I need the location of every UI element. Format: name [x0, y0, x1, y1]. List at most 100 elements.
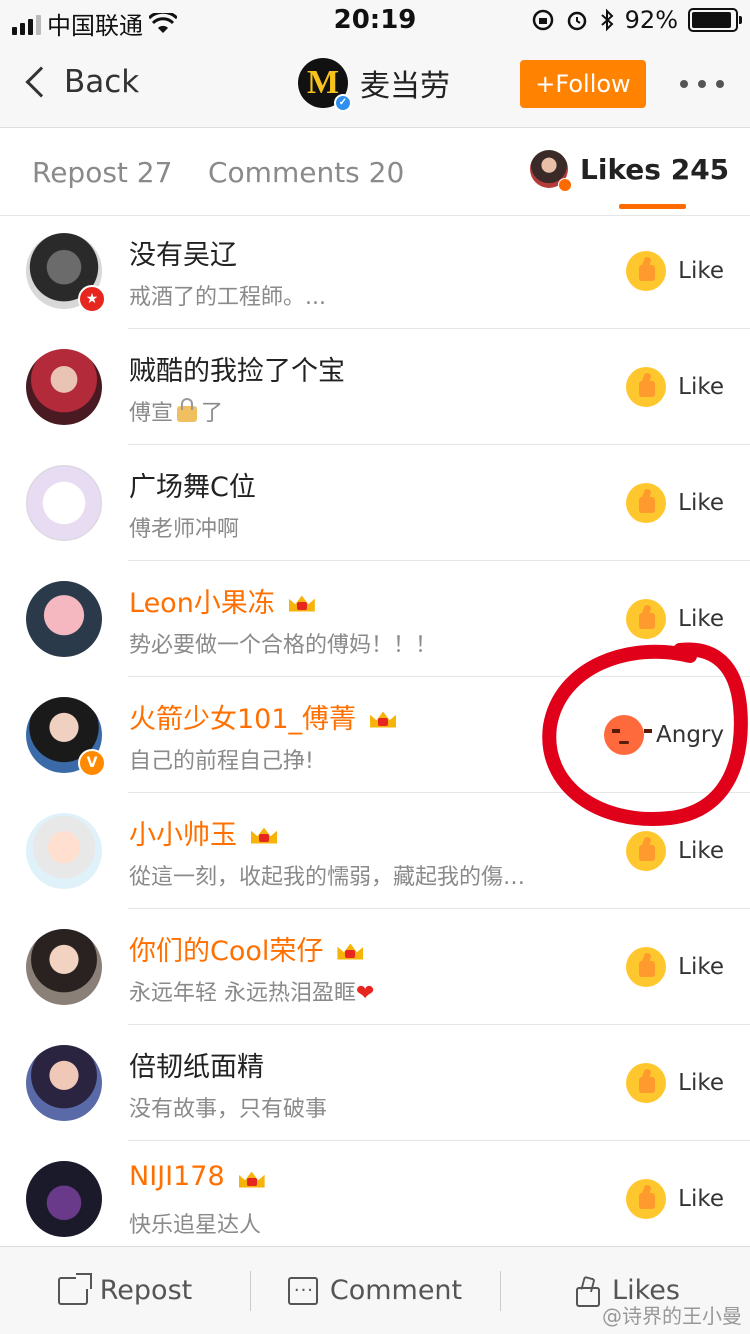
comment-label: Comment	[329, 1275, 463, 1306]
heart-icon: ❤	[356, 981, 375, 1006]
user-bio-text: 傅宣	[129, 401, 174, 426]
user-name[interactable]: 小小帅玉	[129, 813, 279, 852]
user-name[interactable]: Leon小果冻	[129, 581, 317, 620]
avatar[interactable]	[26, 813, 102, 889]
avatar[interactable]	[26, 465, 102, 541]
reaction-label: Like	[678, 1186, 724, 1212]
verified-badge-icon	[558, 178, 572, 192]
tab-comments[interactable]: Comments 20	[208, 156, 404, 189]
list-item[interactable]: 你们的Cool荣仔 永远年轻 永远热泪盈眶❤ Like	[0, 909, 750, 1025]
user-name[interactable]: NIJI178	[129, 1161, 267, 1192]
list-item[interactable]: ★ 没有吴辽 戒酒了的工程師。... Like	[0, 213, 750, 329]
tab-likes-label: Likes 245	[580, 152, 730, 186]
user-bio: 傅老师冲啊	[129, 517, 240, 542]
reaction-label: Like	[678, 258, 724, 284]
user-name[interactable]: 广场舞C位	[129, 465, 256, 504]
reaction: Angry	[604, 715, 724, 755]
user-name-text: 小小帅玉	[129, 820, 237, 851]
follow-button[interactable]: +Follow	[520, 60, 646, 108]
reaction: Like	[626, 831, 724, 871]
list-item[interactable]: 倍韧纸面精 没有故事，只有破事 Like	[0, 1025, 750, 1141]
user-bio: 永远年轻 永远热泪盈眶❤	[129, 975, 374, 1007]
user-name[interactable]: 贼酷的我捡了个宝	[129, 349, 345, 388]
user-name-text: 广场舞C位	[129, 472, 256, 503]
reaction: Like	[626, 1179, 724, 1219]
thumbs-up-icon	[626, 599, 667, 639]
reaction-label: Like	[678, 490, 724, 516]
thumbs-up-icon	[626, 947, 667, 987]
reaction-label: Like	[678, 954, 724, 980]
crown-icon	[368, 704, 398, 730]
status-bar: 中国联通 20:19 92%	[0, 0, 750, 40]
user-name[interactable]: 你们的Cool荣仔	[129, 929, 365, 968]
reaction-label: Like	[678, 606, 724, 632]
verified-badge-icon: ✓	[334, 94, 352, 112]
back-label: Back	[64, 64, 140, 100]
angry-face-icon	[604, 715, 653, 755]
thumbs-up-icon	[626, 1063, 667, 1103]
back-button[interactable]: Back	[22, 64, 139, 100]
account-header[interactable]: M ✓ 麦当劳	[298, 58, 450, 112]
user-bio: 傅宣 了	[129, 395, 223, 427]
crown-icon	[335, 936, 365, 962]
reaction-label: Like	[678, 1070, 724, 1096]
liker-avatar	[530, 150, 572, 192]
user-bio: 自己的前程自己挣!	[129, 749, 314, 774]
avatar[interactable]	[26, 349, 102, 425]
battery-icon	[688, 8, 742, 32]
list-item[interactable]: 广场舞C位 傅老师冲啊 Like	[0, 445, 750, 561]
list-item[interactable]: V 火箭少女101_傅菁 自己的前程自己挣! Angry	[0, 677, 750, 793]
avatar[interactable]	[26, 581, 102, 657]
avatar[interactable]	[26, 1161, 102, 1237]
tab-bar: Repost 27 Comments 20 Likes 245	[0, 128, 750, 216]
user-bio: 快乐追星达人	[129, 1213, 262, 1238]
list-item[interactable]: Leon小果冻 势必要做一个合格的傅妈！！！ Like	[0, 561, 750, 677]
user-name-text: 火箭少女101_傅菁	[129, 704, 357, 735]
repost-button[interactable]: Repost	[0, 1247, 250, 1334]
reaction: Like	[626, 947, 724, 987]
list-item[interactable]: 贼酷的我捡了个宝 傅宣 了 Like	[0, 329, 750, 445]
avatar[interactable]: V	[26, 697, 106, 777]
thumbs-up-icon	[626, 1179, 667, 1219]
thumbs-up-icon	[626, 483, 667, 523]
reaction: Like	[626, 1063, 724, 1103]
list-item[interactable]: 小小帅玉 從這一刻，收起我的懦弱，藏起我的傷… Like	[0, 793, 750, 909]
comment-button[interactable]: Comment	[250, 1247, 500, 1334]
reaction: Like	[626, 367, 724, 407]
user-name[interactable]: 火箭少女101_傅菁	[129, 697, 398, 736]
account-avatar: M ✓	[298, 58, 352, 112]
more-options-icon[interactable]	[680, 80, 724, 88]
crown-icon	[249, 820, 279, 846]
user-name[interactable]: 倍韧纸面精	[129, 1045, 264, 1084]
alarm-icon	[567, 11, 586, 31]
status-right: 92%	[531, 6, 742, 34]
crown-icon	[237, 1164, 267, 1190]
star-badge-icon: ★	[78, 285, 106, 313]
reaction: Like	[626, 251, 724, 291]
battery-percent: 92%	[624, 6, 678, 34]
user-name[interactable]: 没有吴辽	[129, 233, 237, 272]
user-name-text: Leon小果冻	[129, 588, 275, 619]
reaction-label: Like	[678, 374, 724, 400]
reaction: Like	[626, 483, 724, 523]
badge-glyph: V	[86, 755, 98, 771]
avatar[interactable]	[26, 1045, 102, 1121]
thumbs-up-outline-icon	[570, 1277, 601, 1307]
user-bio: 從這一刻，收起我的懦弱，藏起我的傷…	[129, 865, 526, 890]
crown-icon	[287, 588, 317, 614]
avatar[interactable]	[26, 929, 102, 1005]
user-bio-text: 了	[201, 401, 224, 426]
user-bio: 戒酒了的工程師。...	[129, 285, 326, 310]
watermark: @诗界的王小曼	[602, 1304, 742, 1328]
repost-label: Repost	[99, 1275, 193, 1306]
lock-icon	[177, 398, 198, 422]
tab-repost[interactable]: Repost 27	[32, 156, 172, 189]
list-item[interactable]: NIJI178 快乐追星达人 Like	[0, 1141, 750, 1257]
verified-badge-icon: V	[78, 749, 106, 777]
thumbs-up-icon	[626, 831, 667, 871]
user-name-text: 没有吴辽	[129, 240, 237, 271]
comment-icon	[287, 1275, 318, 1305]
thumbs-up-icon	[626, 367, 667, 407]
tab-likes[interactable]: Likes 245	[530, 150, 730, 192]
avatar[interactable]: ★	[26, 233, 106, 313]
